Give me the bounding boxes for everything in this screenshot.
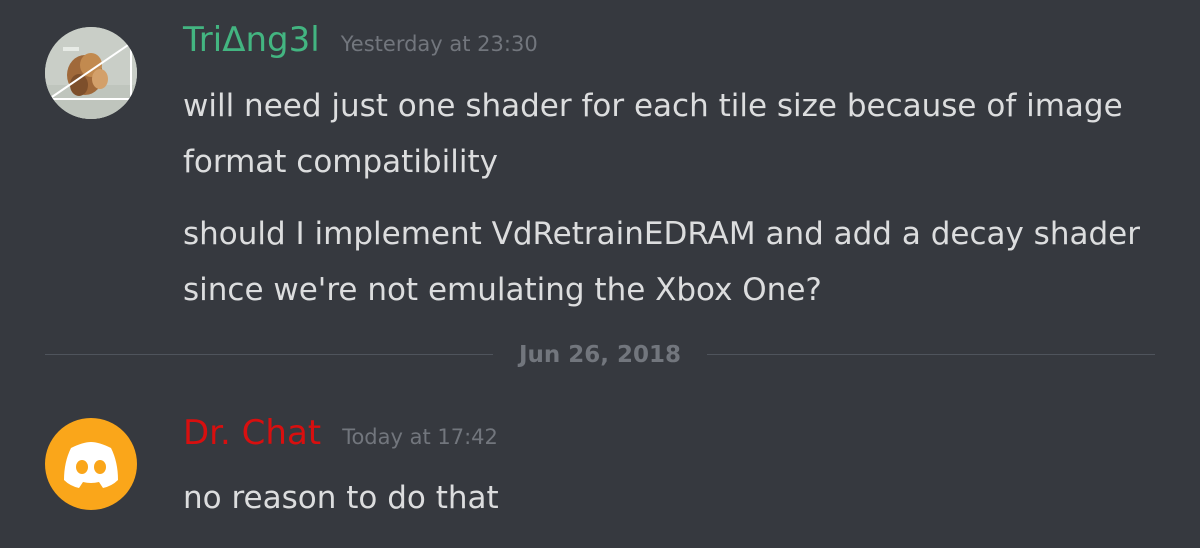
- username[interactable]: TriΔng3l: [183, 20, 320, 60]
- discord-logo-icon: [64, 442, 118, 488]
- date-divider-label: Jun 26, 2018: [492, 342, 708, 368]
- message-header: TriΔng3l Yesterday at 23:30: [183, 20, 538, 64]
- avatar[interactable]: [45, 418, 137, 510]
- message-text: no reason to do that: [183, 480, 499, 516]
- message-text: will need just one shader for each tile …: [183, 88, 1123, 180]
- message-header: Dr. Chat Today at 17:42: [183, 413, 498, 457]
- photo-avatar: [45, 27, 137, 119]
- message-text: should I implement VdRetrainEDRAM and ad…: [183, 216, 1140, 308]
- timestamp[interactable]: Today at 17:42: [342, 417, 498, 457]
- username[interactable]: Dr. Chat: [183, 413, 321, 453]
- date-divider: Jun 26, 2018: [0, 339, 1200, 371]
- timestamp[interactable]: Yesterday at 23:30: [341, 24, 538, 64]
- avatar[interactable]: [45, 27, 137, 119]
